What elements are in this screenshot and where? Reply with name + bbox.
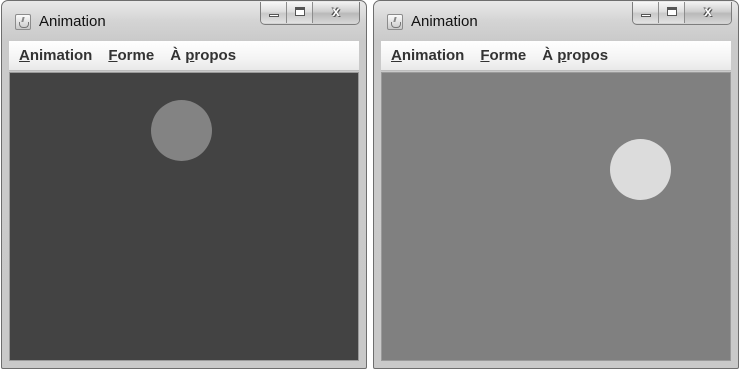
maximize-button[interactable] <box>659 2 685 23</box>
animation-window-left: Animation x Animation Forme À propos <box>1 0 367 369</box>
menu-label: orme <box>117 47 155 64</box>
maximize-button[interactable] <box>287 2 313 23</box>
minimize-icon <box>641 14 651 17</box>
menu-animation[interactable]: Animation <box>19 47 92 64</box>
menu-mnemonic: F <box>480 47 490 64</box>
minimize-icon <box>269 14 279 17</box>
menu-label: nimation <box>401 47 465 64</box>
menu-a-propos[interactable]: À propos <box>170 47 236 64</box>
menu-bar: Animation Forme À propos <box>9 41 359 71</box>
caption-buttons: x <box>632 2 732 25</box>
menu-prefix: À <box>170 47 186 64</box>
menu-a-propos[interactable]: À propos <box>542 47 608 64</box>
menu-forme[interactable]: Forme <box>108 47 154 64</box>
animation-window-right: Animation x Animation Forme À propos <box>373 0 739 369</box>
title-bar[interactable]: Animation x <box>374 1 738 39</box>
menu-forme[interactable]: Forme <box>480 47 526 64</box>
menu-label: ropos <box>566 47 609 64</box>
menu-mnemonic: F <box>108 47 118 64</box>
menu-label: ropos <box>194 47 237 64</box>
menu-mnemonic: A <box>19 47 30 64</box>
menu-label: orme <box>489 47 527 64</box>
menu-bar: Animation Forme À propos <box>381 41 731 71</box>
close-button[interactable]: x <box>313 2 359 23</box>
java-app-icon[interactable] <box>387 14 403 30</box>
menu-prefix: À <box>542 47 558 64</box>
maximize-icon <box>667 7 677 16</box>
animated-circle <box>151 100 212 161</box>
window-title: Animation <box>411 13 478 30</box>
java-app-icon[interactable] <box>15 14 31 30</box>
close-button[interactable]: x <box>685 2 731 23</box>
caption-buttons: x <box>260 2 360 25</box>
menu-mnemonic: p <box>557 47 567 64</box>
close-icon: x <box>704 3 712 19</box>
animation-canvas[interactable] <box>381 72 731 361</box>
menu-mnemonic: A <box>391 47 402 64</box>
menu-animation[interactable]: Animation <box>391 47 464 64</box>
minimize-button[interactable] <box>633 2 659 23</box>
animated-circle <box>610 139 671 200</box>
close-icon: x <box>332 3 340 19</box>
minimize-button[interactable] <box>261 2 287 23</box>
maximize-icon <box>295 7 305 16</box>
menu-label: nimation <box>29 47 93 64</box>
window-title: Animation <box>39 13 106 30</box>
menu-mnemonic: p <box>185 47 195 64</box>
animation-canvas[interactable] <box>9 72 359 361</box>
title-bar[interactable]: Animation x <box>2 1 366 39</box>
